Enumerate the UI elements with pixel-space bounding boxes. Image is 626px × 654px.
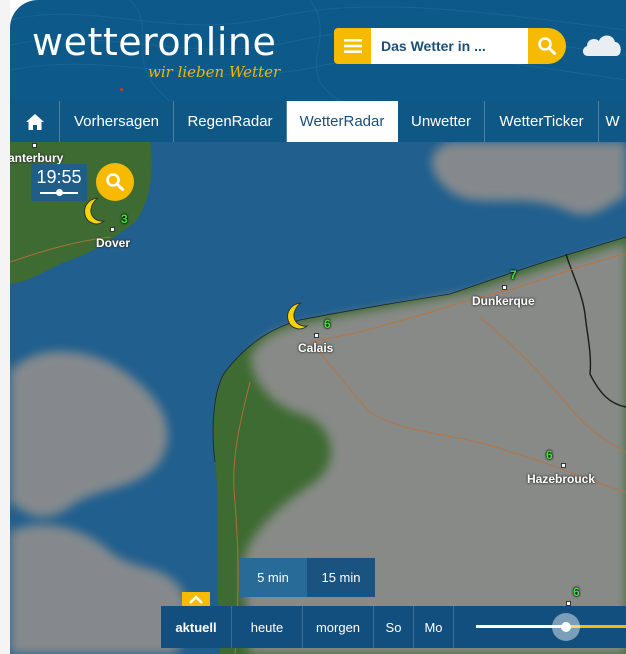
city-label-canterbury: anterbury <box>8 151 64 165</box>
search-icon <box>106 173 124 191</box>
day-so[interactable]: So <box>374 606 414 648</box>
day-mo[interactable]: Mo <box>414 606 454 648</box>
main-nav: Vorhersagen RegenRadar WetterRadar Unwet… <box>10 101 626 142</box>
search-input[interactable] <box>371 28 528 64</box>
moon-icon <box>84 197 106 225</box>
city-marker <box>314 333 319 338</box>
city-marker <box>561 463 566 468</box>
search-icon <box>538 37 556 55</box>
nav-wetterticker[interactable]: WetterTicker <box>485 101 599 142</box>
moon-icon <box>287 302 309 330</box>
temp-hazebrouck: 6 <box>546 448 553 462</box>
city-label-dunkerque: Dunkerque <box>472 294 535 308</box>
city-label-hazebrouck: Hazebrouck <box>527 472 596 486</box>
nav-unwetter[interactable]: Unwetter <box>398 101 485 142</box>
hamburger-icon <box>343 39 362 53</box>
city-label-calais: Calais <box>298 341 334 355</box>
city-marker <box>502 285 507 290</box>
search-button[interactable] <box>528 28 566 64</box>
weather-cloud-icon[interactable] <box>580 30 624 58</box>
day-aktuell[interactable]: aktuell <box>161 606 232 648</box>
app-window: wetteronline wir lieben Wetter Das Wette… <box>0 0 626 654</box>
city-marker <box>110 227 115 232</box>
home-icon <box>25 113 44 130</box>
city-label-dover: Dover <box>96 236 131 250</box>
temp-dunkerque: 7 <box>510 268 517 282</box>
site-header: wetteronline wir lieben Wetter <box>10 0 626 101</box>
map-search-button[interactable] <box>96 163 134 201</box>
temp-calais: 6 <box>324 317 331 331</box>
nav-regenradar[interactable]: RegenRadar <box>174 101 287 142</box>
interval-5min-button[interactable]: 5 min <box>239 558 307 597</box>
brand-logo[interactable]: wetteronline <box>32 20 276 64</box>
timeline-bar: aktuell heute morgen So Mo <box>161 606 626 648</box>
radar-time-display[interactable]: 19:55 <box>31 164 87 201</box>
nav-home[interactable] <box>10 101 60 142</box>
brand-tagline: wir lieben Wetter <box>148 63 281 81</box>
timeline-slider-thumb[interactable] <box>552 613 580 641</box>
interval-toggle: 5 min 15 min <box>239 558 375 597</box>
logo-accent-dot <box>120 88 123 91</box>
expand-timeline-button[interactable] <box>182 592 210 606</box>
chevron-up-icon <box>189 594 203 604</box>
interval-15min-button[interactable]: 15 min <box>307 558 375 597</box>
nav-more[interactable]: W <box>599 101 626 142</box>
nav-wetterradar[interactable]: WetterRadar <box>287 101 398 142</box>
temp-dover: 3 <box>121 212 128 226</box>
left-gutter <box>0 0 10 654</box>
day-morgen[interactable]: morgen <box>303 606 374 648</box>
menu-button[interactable] <box>334 28 371 64</box>
search-bar <box>334 28 566 64</box>
radar-time: 19:55 <box>36 167 82 187</box>
day-heute[interactable]: heute <box>232 606 303 648</box>
time-slider-knob[interactable] <box>56 189 63 196</box>
temp-south: 6 <box>573 585 580 599</box>
nav-vorhersagen[interactable]: Vorhersagen <box>60 101 174 142</box>
city-marker <box>32 143 37 148</box>
